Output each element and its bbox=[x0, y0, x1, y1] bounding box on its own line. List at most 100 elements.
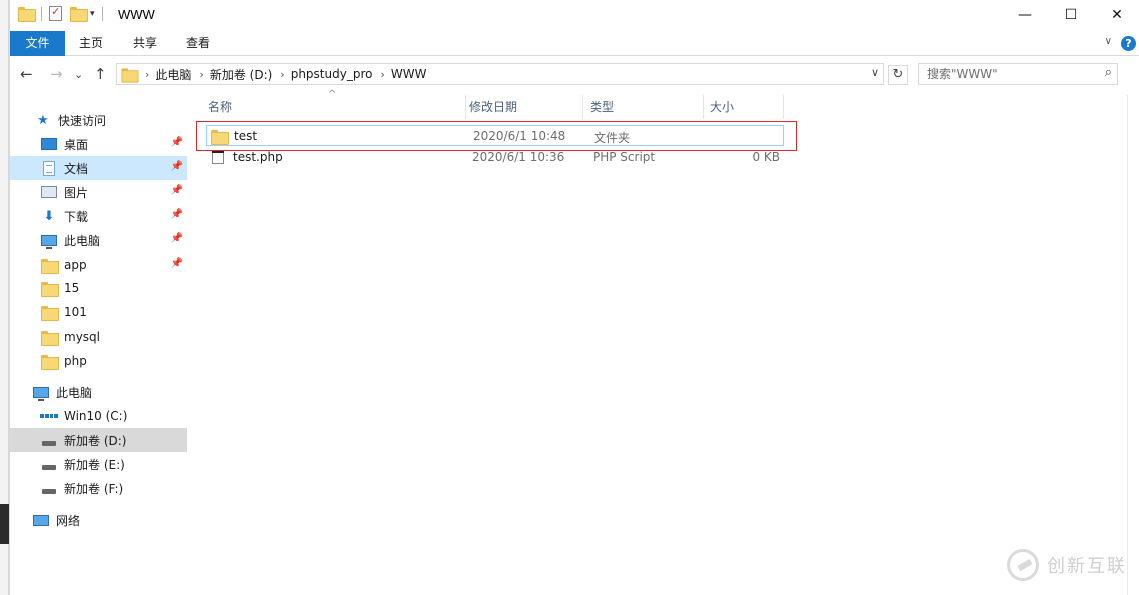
quick-access-toolbar: ▾ bbox=[18, 5, 106, 22]
file-type: PHP Script bbox=[593, 150, 656, 164]
sidebar-item-label: 网络 bbox=[56, 513, 81, 528]
refresh-button[interactable]: ↻ bbox=[888, 65, 908, 85]
file-date: 2020/6/1 10:36 bbox=[472, 150, 565, 164]
pin-icon[interactable]: 📌 bbox=[171, 233, 183, 244]
breadcrumb-separator-icon[interactable]: › bbox=[380, 68, 384, 81]
maximize-button[interactable]: ☐ bbox=[1048, 0, 1094, 30]
sidebar-item-label: 101 bbox=[64, 305, 87, 319]
background-window-dark-block bbox=[0, 504, 9, 544]
folder-icon bbox=[121, 67, 139, 83]
column-header-name[interactable]: 名称 bbox=[202, 95, 466, 119]
customize-toolbar-arrow-icon[interactable]: ▾ bbox=[90, 9, 95, 19]
sidebar-item-documents[interactable]: 文档 📌 bbox=[10, 156, 187, 180]
pin-icon[interactable]: 📌 bbox=[171, 161, 183, 172]
pin-icon[interactable]: 📌 bbox=[171, 258, 183, 269]
watermark: 创新互联 bbox=[1007, 549, 1127, 581]
desktop-icon bbox=[41, 138, 57, 150]
sidebar-item-101[interactable]: 101 bbox=[10, 300, 187, 324]
navigation-bar: ← → ⌄ ↑ › 此电脑 › 新加卷 (D:) › phpstudy_pro … bbox=[10, 57, 1139, 91]
address-history-chevron-icon[interactable]: ∨ bbox=[871, 66, 879, 79]
php-file-icon bbox=[212, 150, 224, 164]
column-header-size[interactable]: 大小 bbox=[704, 95, 784, 119]
sidebar-item-label: 图片 bbox=[64, 185, 89, 200]
ribbon-expand-chevron-icon[interactable]: ∨ bbox=[1105, 36, 1112, 47]
tab-home[interactable]: 主页 bbox=[68, 31, 114, 56]
tab-file[interactable]: 文件 bbox=[10, 31, 65, 56]
folder-icon[interactable] bbox=[18, 7, 36, 22]
sidebar-item-app[interactable]: app 📌 bbox=[10, 253, 187, 277]
help-icon[interactable]: ? bbox=[1121, 36, 1136, 51]
pin-icon[interactable]: 📌 bbox=[171, 137, 183, 148]
sidebar-item-mysql[interactable]: mysql bbox=[10, 325, 187, 349]
watermark-text: 创新互联 bbox=[1047, 556, 1127, 577]
documents-icon bbox=[43, 160, 55, 176]
pictures-icon bbox=[41, 186, 57, 198]
sidebar-item-drive-c[interactable]: Win10 (C:) bbox=[10, 404, 187, 428]
sidebar-item-drive-f[interactable]: 新加卷 (F:) bbox=[10, 476, 187, 500]
sidebar-item-label: 桌面 bbox=[64, 137, 89, 152]
vertical-scrollbar[interactable] bbox=[1127, 95, 1139, 595]
sidebar-item-label: 此电脑 bbox=[64, 233, 101, 248]
tab-view[interactable]: 查看 bbox=[175, 31, 221, 56]
breadcrumb-separator-icon[interactable]: › bbox=[199, 68, 203, 81]
search-icon[interactable]: ⌕ bbox=[1105, 65, 1112, 80]
sidebar-item-this-pc-pinned[interactable]: 此电脑 📌 bbox=[10, 228, 187, 252]
window-title: WWW bbox=[118, 7, 155, 22]
breadcrumb-phpstudy-pro[interactable]: phpstudy_pro bbox=[291, 67, 373, 81]
sidebar-item-quick-access[interactable]: ★ 快速访问 bbox=[10, 108, 187, 132]
column-header-date[interactable]: 修改日期 bbox=[463, 95, 583, 119]
sidebar-item-label: Win10 (C:) bbox=[64, 409, 128, 423]
pin-icon[interactable]: 📌 bbox=[171, 185, 183, 196]
folder-icon bbox=[41, 281, 59, 297]
sidebar-item-drive-d[interactable]: 新加卷 (D:) bbox=[10, 428, 187, 452]
toolbar-separator bbox=[41, 6, 42, 21]
up-button[interactable]: ↑ bbox=[94, 65, 107, 83]
this-pc-icon bbox=[41, 234, 57, 249]
ribbon-tabs: 文件 主页 共享 查看 ∨ ? bbox=[10, 31, 1139, 56]
forward-button[interactable]: → bbox=[50, 65, 63, 83]
minimize-button[interactable]: — bbox=[1002, 0, 1048, 30]
sidebar-item-label: 快速访问 bbox=[58, 113, 107, 128]
breadcrumb-separator-icon[interactable]: › bbox=[145, 68, 149, 81]
tab-share[interactable]: 共享 bbox=[122, 31, 168, 56]
sidebar-item-this-pc[interactable]: 此电脑 bbox=[10, 380, 187, 404]
file-size: 0 KB bbox=[752, 150, 780, 164]
recent-locations-button[interactable]: ⌄ bbox=[74, 68, 83, 81]
sidebar-item-drive-e[interactable]: 新加卷 (E:) bbox=[10, 452, 187, 476]
close-button[interactable]: ✕ bbox=[1094, 0, 1139, 30]
sidebar-item-php[interactable]: php bbox=[10, 349, 187, 373]
toolbar-separator bbox=[101, 6, 103, 21]
sidebar-item-downloads[interactable]: ⬇ 下载 📌 bbox=[10, 204, 187, 228]
sidebar-item-network[interactable]: 网络 bbox=[10, 508, 187, 532]
search-box[interactable]: ⌕ bbox=[918, 63, 1118, 85]
file-list-pane: ^ 名称 修改日期 类型 大小 test 2020/6/1 10:48 文件夹 … bbox=[192, 89, 1128, 595]
sidebar-item-label: php bbox=[64, 354, 87, 368]
this-pc-icon bbox=[33, 386, 49, 401]
breadcrumb-www[interactable]: WWW bbox=[391, 67, 427, 81]
properties-icon[interactable] bbox=[49, 5, 62, 21]
sidebar-item-desktop[interactable]: 桌面 📌 bbox=[10, 132, 187, 156]
sidebar-item-15[interactable]: 15 bbox=[10, 276, 187, 300]
column-header-type[interactable]: 类型 bbox=[584, 95, 704, 119]
sidebar-item-label: 此电脑 bbox=[56, 385, 93, 400]
pin-icon[interactable]: 📌 bbox=[171, 209, 183, 220]
back-button[interactable]: ← bbox=[20, 65, 33, 83]
breadcrumb-drive-d[interactable]: 新加卷 (D:) bbox=[210, 66, 272, 83]
breadcrumb-this-pc[interactable]: 此电脑 bbox=[155, 66, 191, 83]
new-folder-icon[interactable] bbox=[70, 7, 88, 22]
watermark-logo-icon bbox=[1007, 549, 1039, 581]
folder-icon bbox=[41, 305, 59, 321]
address-bar[interactable]: › 此电脑 › 新加卷 (D:) › phpstudy_pro › WWW ∨ bbox=[116, 63, 884, 85]
folder-icon bbox=[41, 354, 59, 370]
windows-drive-icon bbox=[40, 408, 58, 424]
sidebar-item-label: 15 bbox=[64, 281, 80, 295]
sidebar-item-label: app bbox=[64, 258, 87, 272]
sidebar-item-label: 新加卷 (F:) bbox=[64, 481, 124, 496]
network-icon bbox=[33, 514, 49, 526]
breadcrumb-separator-icon[interactable]: › bbox=[280, 68, 284, 81]
sidebar-item-pictures[interactable]: 图片 📌 bbox=[10, 180, 187, 204]
sidebar-item-label: 文档 bbox=[64, 161, 89, 176]
navigation-pane: ★ 快速访问 桌面 📌 文档 📌 图片 📌 ⬇ 下载 📌 此电脑 📌 app 📌… bbox=[10, 96, 187, 595]
search-input[interactable] bbox=[927, 64, 1097, 84]
star-icon: ★ bbox=[37, 112, 49, 128]
